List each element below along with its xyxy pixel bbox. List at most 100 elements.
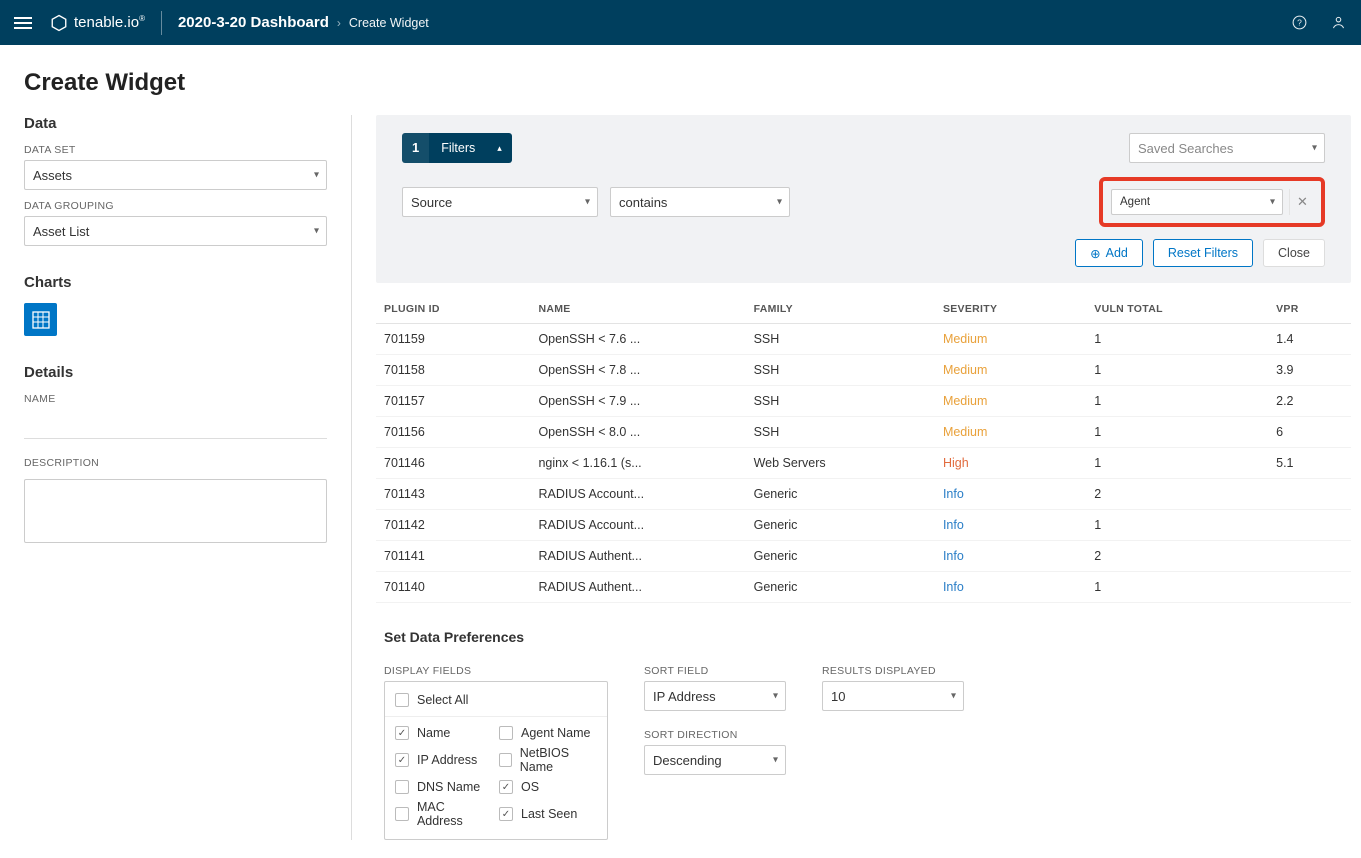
filters-label: Filters (429, 141, 487, 155)
checkbox-icon (395, 753, 409, 767)
checkbox-icon (395, 780, 409, 794)
field-checkbox-row[interactable]: DNS Name (395, 777, 493, 797)
breadcrumb: 2020-3-20 Dashboard › Create Widget (178, 14, 429, 31)
filters-chip[interactable]: 1 Filters ▴ (402, 133, 512, 163)
description-label: DESCRIPTION (24, 457, 327, 469)
field-label: Name (417, 726, 450, 740)
help-icon[interactable]: ? (1291, 14, 1308, 31)
cell-total: 1 (1086, 448, 1268, 479)
prefs-heading: Set Data Preferences (384, 629, 1361, 645)
cell-name: RADIUS Account... (530, 479, 745, 510)
sort-dir-select[interactable]: Descending ▾ (644, 745, 786, 775)
col-header[interactable]: VPR (1268, 293, 1351, 324)
cell-family: Generic (746, 479, 935, 510)
filter-field-select[interactable]: Source ▾ (402, 187, 598, 217)
chevron-right-icon: › (337, 16, 341, 30)
left-panel: Data DATA SET Assets ▾ DATA GROUPING Ass… (0, 115, 352, 840)
col-header[interactable]: PLUGIN ID (376, 293, 530, 324)
field-checkbox-row[interactable]: Name (395, 723, 493, 743)
cell-family: SSH (746, 386, 935, 417)
field-label: Agent Name (521, 726, 590, 740)
cell-vpr (1268, 479, 1351, 510)
brand-logo[interactable]: tenable.io® (50, 14, 145, 32)
field-checkbox-row[interactable]: OS (499, 777, 597, 797)
filter-value-select[interactable]: Agent ▾ (1111, 189, 1283, 215)
field-checkbox-row[interactable]: NetBIOS Name (499, 743, 597, 777)
cell-total: 2 (1086, 479, 1268, 510)
table-row[interactable]: 701143 RADIUS Account... Generic Info 2 (376, 479, 1351, 510)
cell-total: 1 (1086, 386, 1268, 417)
table-row[interactable]: 701140 RADIUS Authent... Generic Info 1 (376, 572, 1351, 603)
field-checkbox-row[interactable]: Last Seen (499, 797, 597, 831)
table-row[interactable]: 701146 nginx < 1.16.1 (s... Web Servers … (376, 448, 1351, 479)
add-button[interactable]: ⊕ Add (1075, 239, 1143, 267)
data-grouping-value: Asset List (24, 216, 327, 246)
table-row[interactable]: 701142 RADIUS Account... Generic Info 1 (376, 510, 1351, 541)
field-label: MAC Address (417, 800, 493, 828)
table-chart-tile[interactable] (24, 303, 57, 336)
table-row[interactable]: 701157 OpenSSH < 7.9 ... SSH Medium 1 2.… (376, 386, 1351, 417)
cell-total: 1 (1086, 572, 1268, 603)
checkbox-icon (499, 726, 513, 740)
data-grouping-select[interactable]: Asset List ▾ (24, 216, 327, 246)
cell-vpr: 1.4 (1268, 324, 1351, 355)
remove-filter-button[interactable]: ✕ (1289, 189, 1315, 215)
field-checkbox-row[interactable]: IP Address (395, 743, 493, 777)
sort-field-label: SORT FIELD (644, 665, 786, 677)
right-panel: 1 Filters ▴ Saved Searches ▾ Source ▾ co… (352, 115, 1361, 840)
field-checkbox-row[interactable]: Agent Name (499, 723, 597, 743)
reset-filters-button[interactable]: Reset Filters (1153, 239, 1253, 267)
name-input[interactable] (24, 409, 327, 439)
col-header[interactable]: SEVERITY (935, 293, 1086, 324)
data-set-value: Assets (24, 160, 327, 190)
col-header[interactable]: NAME (530, 293, 745, 324)
chevron-up-icon: ▴ (487, 143, 512, 154)
sort-field-select[interactable]: IP Address ▾ (644, 681, 786, 711)
cell-name: OpenSSH < 8.0 ... (530, 417, 745, 448)
cell-family: Web Servers (746, 448, 935, 479)
checkbox-icon (395, 726, 409, 740)
select-all-label: Select All (417, 693, 468, 707)
filter-op-select[interactable]: contains ▾ (610, 187, 790, 217)
cell-name: RADIUS Account... (530, 510, 745, 541)
cell-vpr (1268, 510, 1351, 541)
field-checkbox-row[interactable]: MAC Address (395, 797, 493, 831)
results-displayed-select[interactable]: 10 ▾ (822, 681, 964, 711)
breadcrumb-current: Create Widget (349, 16, 429, 30)
cell-plugin-id: 701156 (376, 417, 530, 448)
col-header[interactable]: VULN TOTAL (1086, 293, 1268, 324)
data-set-select[interactable]: Assets ▾ (24, 160, 327, 190)
saved-searches-select[interactable]: Saved Searches ▾ (1129, 133, 1325, 163)
table-row[interactable]: 701158 OpenSSH < 7.8 ... SSH Medium 1 3.… (376, 355, 1351, 386)
menu-icon[interactable] (14, 17, 32, 29)
col-header[interactable]: FAMILY (746, 293, 935, 324)
table-row[interactable]: 701159 OpenSSH < 7.6 ... SSH Medium 1 1.… (376, 324, 1351, 355)
cell-name: RADIUS Authent... (530, 572, 745, 603)
saved-searches-placeholder: Saved Searches (1129, 133, 1325, 163)
cell-plugin-id: 701140 (376, 572, 530, 603)
add-label: Add (1106, 246, 1128, 260)
brand-text: tenable.io® (74, 14, 145, 31)
filter-op-value: contains (610, 187, 790, 217)
cell-total: 1 (1086, 417, 1268, 448)
results-displayed-value: 10 (822, 681, 964, 711)
page-title: Create Widget (0, 45, 1361, 115)
description-input[interactable] (24, 479, 327, 543)
cell-plugin-id: 701146 (376, 448, 530, 479)
table-row[interactable]: 701156 OpenSSH < 8.0 ... SSH Medium 1 6 (376, 417, 1351, 448)
cell-vpr: 3.9 (1268, 355, 1351, 386)
cell-severity: Info (935, 479, 1086, 510)
cell-name: RADIUS Authent... (530, 541, 745, 572)
cell-severity: Info (935, 572, 1086, 603)
table-row[interactable]: 701141 RADIUS Authent... Generic Info 2 (376, 541, 1351, 572)
close-button[interactable]: Close (1263, 239, 1325, 267)
select-all-row[interactable]: Select All (395, 690, 597, 710)
data-heading: Data (24, 115, 327, 132)
close-label: Close (1278, 246, 1310, 260)
reset-label: Reset Filters (1168, 246, 1238, 260)
cell-vpr: 5.1 (1268, 448, 1351, 479)
close-icon: ✕ (1297, 194, 1308, 210)
user-icon[interactable] (1330, 14, 1347, 31)
cell-severity: Info (935, 541, 1086, 572)
breadcrumb-parent[interactable]: 2020-3-20 Dashboard (178, 14, 329, 31)
